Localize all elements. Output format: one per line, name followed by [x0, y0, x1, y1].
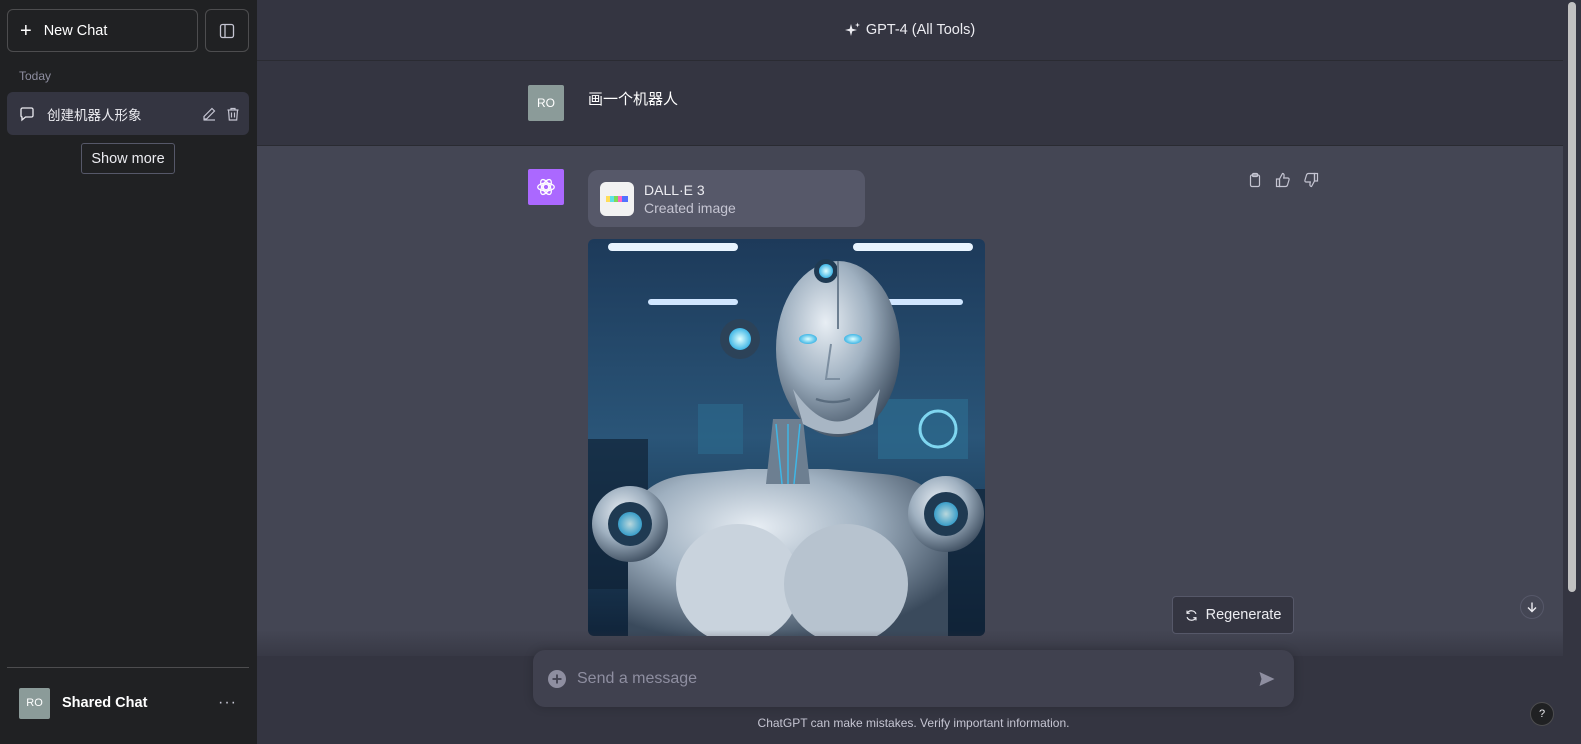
section-label-today: Today — [19, 69, 52, 83]
user-message-text: 画一个机器人 — [588, 91, 679, 108]
regenerate-label: Regenerate — [1205, 607, 1282, 623]
regenerate-button[interactable]: Regenerate — [1172, 596, 1294, 634]
model-title: GPT-4 (All Tools) — [865, 22, 976, 38]
new-chat-button[interactable]: + New Chat — [7, 9, 198, 52]
chat-history-item[interactable]: 创建机器人形象 — [7, 92, 249, 135]
tool-status: Created image — [644, 199, 736, 216]
chatgpt-logo-icon — [528, 169, 564, 205]
sparkle-icon — [844, 22, 860, 36]
user-name: Shared Chat — [62, 695, 148, 711]
model-header[interactable]: GPT-4 (All Tools) — [257, 0, 1563, 61]
scrollbar[interactable] — [1563, 0, 1581, 744]
more-options-icon[interactable]: ··· — [218, 694, 237, 712]
dalle-tool-card[interactable]: DALL·E 3 Created image — [588, 170, 865, 227]
arrow-down-icon — [1527, 602, 1537, 613]
dalle-icon — [600, 181, 634, 216]
sidebar: + New Chat Today 创建机器人形象 Show more RO Sh… — [0, 0, 257, 744]
thumbs-up-button[interactable] — [1275, 172, 1291, 188]
sidebar-toggle-icon — [219, 23, 235, 38]
toggle-sidebar-button[interactable] — [205, 9, 249, 52]
chat-bubble-icon — [20, 106, 34, 121]
copy-button[interactable] — [1247, 172, 1263, 188]
refresh-icon — [1186, 609, 1197, 621]
plus-icon: + — [20, 19, 32, 42]
delete-chat-button[interactable] — [225, 106, 241, 122]
message-actions — [1247, 172, 1319, 188]
scroll-to-bottom-button[interactable] — [1520, 595, 1544, 619]
message-input[interactable] — [577, 669, 1258, 688]
edit-chat-button[interactable] — [201, 106, 217, 122]
disclaimer-text: ChatGPT can make mistakes. Verify import… — [757, 716, 1070, 730]
attach-plus-icon[interactable] — [547, 669, 567, 689]
main-panel: GPT-4 (All Tools) RO 画一个机器人 DALL·E 3 Cre… — [257, 0, 1581, 744]
user-message: RO 画一个机器人 — [257, 61, 1563, 146]
thumbs-down-button[interactable] — [1303, 172, 1319, 188]
new-chat-label: New Chat — [43, 22, 108, 39]
message-composer — [533, 650, 1294, 707]
user-menu[interactable]: RO Shared Chat ··· — [7, 680, 249, 726]
assistant-message: DALL·E 3 Created image — [257, 146, 1563, 656]
show-more-button[interactable]: Show more — [81, 143, 175, 174]
send-button[interactable] — [1258, 670, 1276, 688]
clipboard-icon — [1249, 172, 1261, 188]
tool-name: DALL·E 3 — [644, 181, 705, 198]
scrollbar-thumb[interactable] — [1568, 2, 1576, 592]
thumbs-up-icon — [1275, 172, 1290, 188]
send-icon — [1259, 671, 1275, 686]
thumbs-down-icon — [1304, 172, 1319, 188]
chat-title: 创建机器人形象 — [47, 107, 142, 123]
user-message-avatar: RO — [528, 85, 564, 121]
generated-robot-image[interactable] — [588, 239, 985, 636]
help-button[interactable]: ? — [1530, 702, 1554, 726]
user-avatar: RO — [19, 687, 50, 719]
app-window: + New Chat Today 创建机器人形象 Show more RO Sh… — [0, 0, 1581, 744]
trash-icon — [227, 107, 239, 121]
pencil-icon — [203, 107, 216, 121]
sidebar-divider — [7, 667, 249, 668]
